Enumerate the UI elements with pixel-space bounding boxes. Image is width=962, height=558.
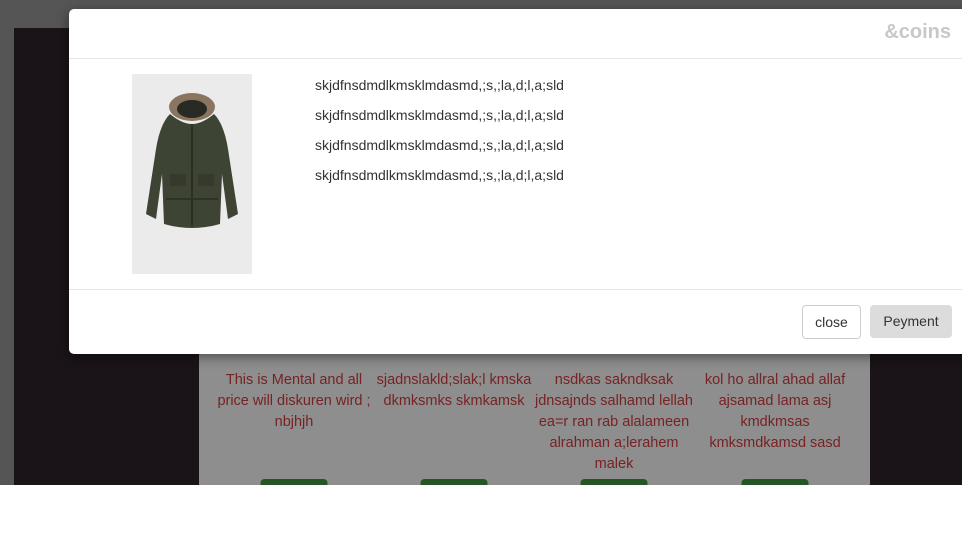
close-button[interactable]: close [802, 305, 861, 339]
description-line: skjdfnsdmdlkmsklmdasmd,;s,;la,d;l,a;sld [315, 137, 564, 153]
description-line: skjdfnsdmdlkmsklmdasmd,;s,;la,d;l,a;sld [315, 77, 564, 93]
description-line: skjdfnsdmdlkmsklmdasmd,;s,;la,d;l,a;sld [315, 107, 564, 123]
modal-footer-divider [69, 289, 962, 290]
product-description: skjdfnsdmdlkmsklmdasmd,;s,;la,d;l,a;sld … [315, 75, 564, 195]
modal-header: &coins [69, 9, 962, 59]
product-modal: &coins skjdfnsdmdlkmsklmdasmd,;s,;la,d;l… [69, 9, 962, 354]
product-image [132, 74, 252, 274]
payment-button[interactable]: Peyment [870, 305, 952, 338]
modal-title: &coins [884, 21, 951, 43]
jacket-icon [146, 93, 238, 228]
description-line: skjdfnsdmdlkmsklmdasmd,;s,;la,d;l,a;sld [315, 167, 564, 183]
